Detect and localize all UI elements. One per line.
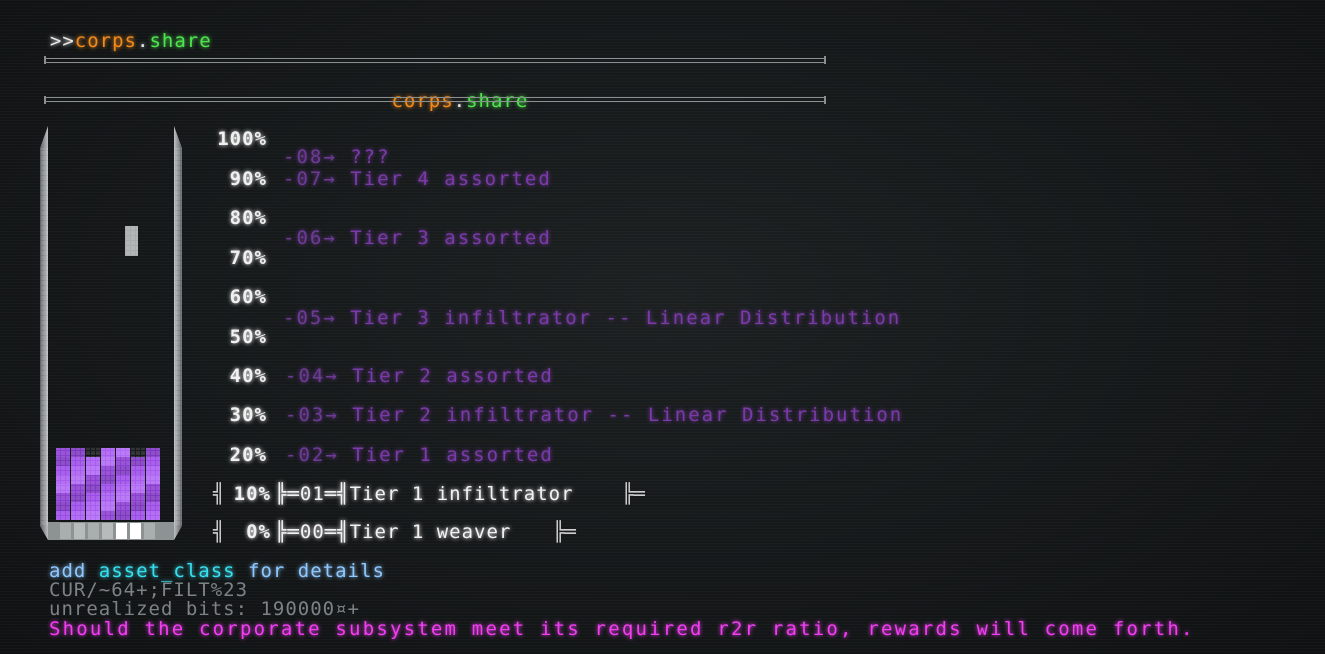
tube-left-wall-texture (40, 148, 48, 526)
tube-right-wall-texture (174, 148, 182, 526)
status-message: Should the corporate subsystem meet its … (49, 618, 1195, 640)
hint-suffix: for details (235, 560, 385, 582)
tube-base-cells (60, 523, 155, 539)
tier-code: -03→ (285, 404, 339, 426)
tier-label: Tier 4 assorted (350, 168, 552, 190)
pct-label-70: 70% (229, 247, 267, 269)
gauge-fill-texture (56, 448, 161, 520)
row-right-bracket: ╠═ (622, 483, 645, 505)
prompt-command: share (149, 30, 212, 52)
gauge-fill (56, 448, 161, 520)
tier-label: Tier 1 weaver (349, 521, 512, 543)
prompt-separator: . (136, 30, 150, 52)
share-gauge-tube (40, 126, 182, 540)
prompt-module-name: corps (74, 30, 137, 52)
tier-item: -05→ Tier 3 infiltrator -- Linear Distri… (283, 307, 901, 329)
tier-item: -04→ Tier 2 assorted (285, 365, 554, 387)
pct-label-90: 90% (229, 168, 267, 190)
tier-label: ??? (350, 146, 391, 168)
pct-label-0: 0% (233, 521, 271, 543)
frame-corner (44, 56, 46, 64)
tier-label: Tier 3 assorted (350, 227, 552, 249)
tier-label: Tier 3 infiltrator -- Linear Distributio… (350, 307, 902, 329)
tier-code: -06→ (283, 227, 337, 249)
row-right-bracket: ╠═ (553, 521, 576, 543)
title-frame: corps.share (44, 56, 826, 112)
tier-item: -02→ Tier 1 assorted (285, 444, 554, 466)
frame-corner (824, 56, 826, 64)
tier-item-active: ╠═00═╣Tier 1 weaver (275, 521, 511, 543)
tier-item-active: ╠═01═╣Tier 1 infiltrator (275, 483, 574, 505)
frame-top-border (44, 58, 826, 63)
tier-code: -07→ (283, 168, 337, 190)
tier-item: -03→ Tier 2 infiltrator -- Linear Distri… (285, 404, 903, 426)
pct-label-10: 10% (233, 483, 271, 505)
command-prompt: >>corps.share (25, 8, 212, 52)
pct-label-40: 40% (229, 365, 267, 387)
frame-corner (824, 96, 826, 104)
tier-label: Tier 2 infiltrator -- Linear Distributio… (352, 404, 904, 426)
tier-code: ╠═00═╣ (275, 521, 350, 543)
pct-label-30: 30% (229, 404, 267, 426)
tier-code: -08→ (283, 146, 337, 168)
tier-label: Tier 2 assorted (352, 365, 554, 387)
tier-item: -06→ Tier 3 assorted (283, 227, 552, 249)
frame-corner (44, 96, 46, 104)
tier-code: -02→ (285, 444, 339, 466)
pct-label-50: 50% (229, 326, 267, 348)
tier-code: ╠═01═╣ (275, 483, 350, 505)
unrealized-bits: unrealized bits: 190000¤+ (49, 598, 360, 620)
frame-bottom-border (44, 97, 826, 102)
tier-code: -05→ (283, 307, 337, 329)
pct-label-20: 20% (229, 444, 267, 466)
tier-item: -07→ Tier 4 assorted (283, 168, 552, 190)
tier-item: -08→ ??? (283, 146, 391, 168)
prompt-chevrons: >> (49, 30, 75, 52)
pct-label-100: 100% (217, 128, 267, 150)
tier-label: Tier 1 assorted (352, 444, 554, 466)
pct-label-60: 60% (229, 286, 267, 308)
tier-label: Tier 1 infiltrator (349, 483, 574, 505)
pct-label-80: 80% (229, 207, 267, 229)
tier-code: -04→ (285, 365, 339, 387)
